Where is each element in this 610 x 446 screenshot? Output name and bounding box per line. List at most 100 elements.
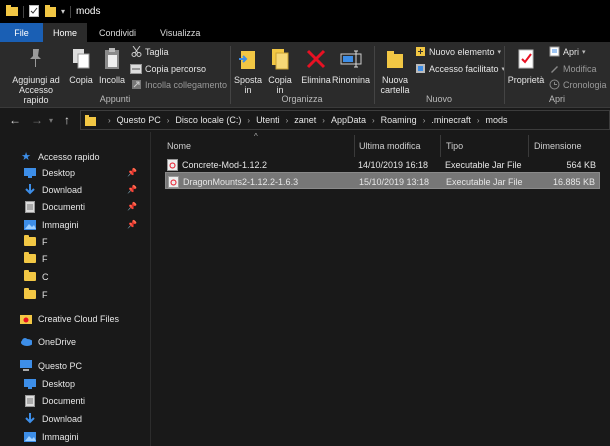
easy-access-button[interactable]: Accesso facilitato ▾ xyxy=(414,63,505,74)
sidebar-item-label: Documenti xyxy=(42,201,86,212)
file-row-selected[interactable]: DragonMounts2-1.12.2-1.6.3 15/10/2019 13… xyxy=(165,172,600,189)
sidebar-item-label: Download xyxy=(42,413,83,424)
breadcrumb-users[interactable]: Utenti xyxy=(256,115,280,125)
tab-share[interactable]: Condividi xyxy=(87,23,148,42)
title-bar: ▾ mods xyxy=(0,0,610,23)
history-icon xyxy=(548,79,560,90)
properties-label: Proprietà xyxy=(507,75,545,85)
navigation-pane: ★ Accesso rapido Desktop 📌 Download 📌 Do… xyxy=(0,132,151,446)
chevron-right-icon[interactable]: › xyxy=(108,116,111,125)
customize-toolbar-icon[interactable]: ▾ xyxy=(61,7,65,16)
cut-button[interactable]: Taglia xyxy=(130,46,169,57)
history-button[interactable]: Cronologia xyxy=(548,79,607,90)
tab-home[interactable]: Home xyxy=(43,23,87,42)
delete-button[interactable]: Elimina xyxy=(300,46,332,85)
file-modified: 15/10/2019 13:18 xyxy=(359,176,430,187)
folder-icon xyxy=(85,114,96,126)
paste-shortcut-button[interactable]: Incolla collegamento xyxy=(130,79,227,90)
paste-shortcut-label: Incolla collegamento xyxy=(145,79,228,90)
breadcrumb-local-disk[interactable]: Disco locale (C:) xyxy=(175,115,241,125)
file-row[interactable]: Concrete-Mod-1.12.2 14/10/2019 16:18 Exe… xyxy=(165,156,600,173)
address-bar[interactable]: › Questo PC › Disco locale (C:) › Utenti… xyxy=(80,110,610,130)
group-label-clipboard: Appunti xyxy=(99,94,131,104)
navigation-bar: ← → ▾ ↑ › Questo PC › Disco locale (C:) … xyxy=(0,108,610,132)
breadcrumb-this-pc[interactable]: Questo PC xyxy=(117,115,161,125)
breadcrumb-mods[interactable]: mods xyxy=(486,115,508,125)
download-arrow-icon xyxy=(24,184,36,195)
tab-file[interactable]: File xyxy=(0,23,43,42)
edit-label: Modifica xyxy=(563,63,597,74)
sidebar-item-label: Accesso rapido xyxy=(38,151,100,162)
new-folder-button[interactable]: Nuova cartella xyxy=(378,46,412,95)
ribbon-tabs: File Home Condividi Visualizza xyxy=(0,23,610,42)
properties-button[interactable]: Proprietà xyxy=(508,46,544,85)
sidebar-item-onedrive[interactable]: OneDrive xyxy=(20,333,171,350)
group-label-new: Nuovo xyxy=(425,94,452,104)
column-divider[interactable] xyxy=(440,135,441,157)
new-item-button[interactable]: Nuovo elemento ▾ xyxy=(414,46,501,57)
rename-button[interactable]: Rinomina xyxy=(332,46,370,85)
chevron-right-icon[interactable]: › xyxy=(477,116,480,125)
file-name: Concrete-Mod-1.12.2 xyxy=(182,159,268,170)
ribbon: Aggiungi ad Accesso rapido Copia Incolla… xyxy=(0,42,610,108)
sidebar-item-label: C xyxy=(42,271,49,282)
chevron-right-icon[interactable]: › xyxy=(247,116,250,125)
recent-locations-chevron-icon[interactable]: ▾ xyxy=(46,116,56,125)
column-header-modified[interactable]: Ultima modifica xyxy=(359,138,421,154)
pin-icon[interactable]: 📌 xyxy=(127,220,137,229)
tab-view[interactable]: Visualizza xyxy=(148,23,212,42)
documents-icon xyxy=(24,394,36,407)
copy-to-button[interactable]: Copia in xyxy=(265,46,295,95)
chevron-right-icon[interactable]: › xyxy=(167,116,170,125)
sidebar-item-creative-cloud[interactable]: Creative Cloud Files xyxy=(20,310,171,327)
pin-icon[interactable]: 📌 xyxy=(127,185,137,194)
move-to-button[interactable]: Sposta in xyxy=(233,46,263,95)
new-item-icon xyxy=(414,46,426,57)
pin-icon xyxy=(27,46,45,72)
new-folder-icon[interactable] xyxy=(45,4,56,19)
chevron-right-icon[interactable]: › xyxy=(423,116,426,125)
group-label-open: Apri xyxy=(548,94,565,104)
up-arrow-icon[interactable]: ↑ xyxy=(58,113,76,127)
sidebar-item-label: Questo PC xyxy=(38,360,83,371)
breadcrumb-roaming[interactable]: Roaming xyxy=(381,115,417,125)
copy-button[interactable]: Copia xyxy=(68,46,94,85)
file-type: Executable Jar File xyxy=(445,159,522,170)
sidebar-item-label: Download xyxy=(42,184,83,195)
back-arrow-icon[interactable]: ← xyxy=(6,113,24,127)
sidebar-item-label: Creative Cloud Files xyxy=(38,313,120,324)
scissors-icon xyxy=(130,46,142,57)
forward-arrow-icon[interactable]: → xyxy=(28,113,46,127)
chevron-right-icon[interactable]: › xyxy=(322,116,325,125)
paste-button[interactable]: Incolla xyxy=(98,46,126,85)
sidebar-item-label: Immagini xyxy=(42,431,79,442)
open-button[interactable]: Apri ▾ xyxy=(548,46,586,57)
computer-icon xyxy=(20,360,32,371)
copy-path-button[interactable]: Copia percorso xyxy=(130,63,206,74)
window-title: mods xyxy=(76,6,101,17)
pin-icon[interactable]: 📌 xyxy=(127,168,137,177)
edit-icon xyxy=(548,63,560,74)
sidebar-item-label: F xyxy=(42,253,48,264)
edit-button[interactable]: Modifica xyxy=(548,63,597,74)
column-divider[interactable] xyxy=(354,135,355,157)
breadcrumb-user[interactable]: zanet xyxy=(294,115,316,125)
column-header-type[interactable]: Tipo xyxy=(446,138,463,154)
breadcrumb-appdata[interactable]: AppData xyxy=(331,115,366,125)
sidebar-item-quick-access[interactable]: ★ Accesso rapido xyxy=(20,148,171,165)
breadcrumb-minecraft[interactable]: .minecraft xyxy=(431,115,471,125)
pin-icon[interactable]: 📌 xyxy=(127,202,137,211)
column-divider[interactable] xyxy=(528,135,529,157)
chevron-right-icon[interactable]: › xyxy=(372,116,375,125)
column-header-size[interactable]: Dimensione xyxy=(534,138,582,154)
properties-icon[interactable] xyxy=(29,4,39,19)
sidebar-item-label: Immagini xyxy=(42,219,79,230)
sidebar-item-this-pc[interactable]: Questo PC xyxy=(20,357,171,374)
chevron-right-icon[interactable]: › xyxy=(286,116,289,125)
documents-icon xyxy=(24,200,36,213)
copy-path-icon xyxy=(130,63,142,74)
folder-icon xyxy=(24,252,36,264)
star-icon: ★ xyxy=(21,151,31,163)
column-header-name[interactable]: Nome xyxy=(167,138,191,154)
file-size: 16.885 KB xyxy=(552,176,595,187)
